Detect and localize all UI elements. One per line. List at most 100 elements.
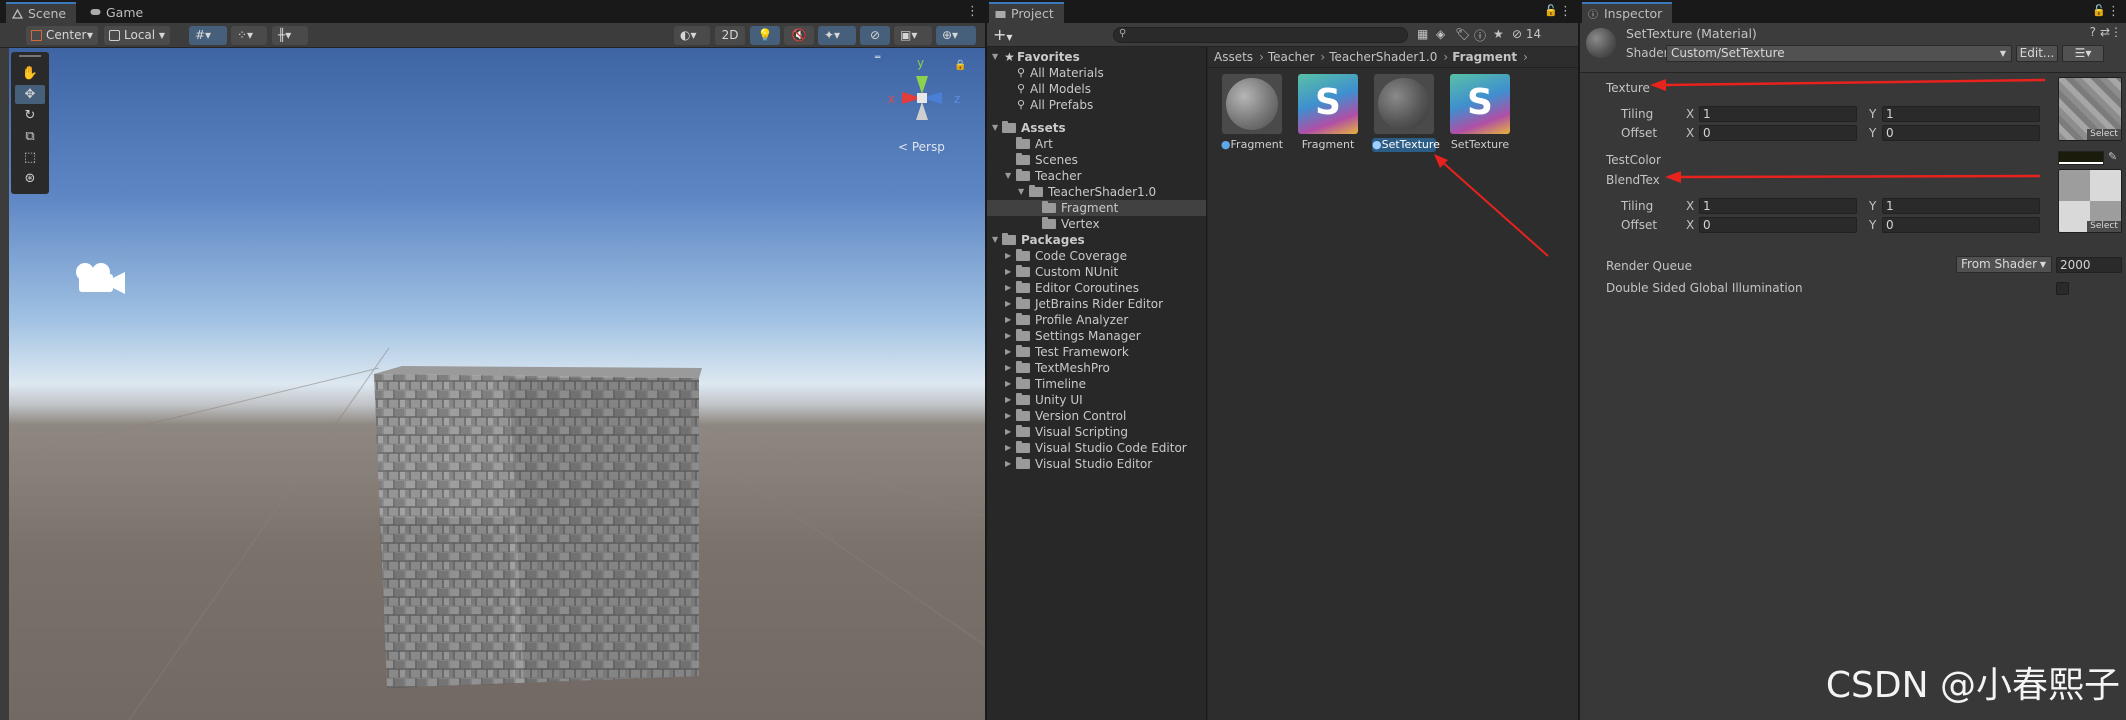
tree-item[interactable]: ▶ Visual Studio Code Editor	[987, 440, 1206, 456]
texture-offset-y-field[interactable]: 0	[1882, 125, 2040, 141]
tools-drag-handle[interactable]	[19, 55, 41, 57]
expand-arrow-icon[interactable]: ▶	[1005, 456, 1015, 472]
expand-arrow-icon[interactable]: ▶	[1005, 248, 1015, 264]
gizmos-button[interactable]: ⊕▾	[936, 26, 976, 45]
tree-item[interactable]: ▼ TeacherShader1.0	[987, 184, 1206, 200]
tree-item[interactable]: ▼ Teacher	[987, 168, 1206, 184]
asset-item-selected[interactable]: ●SetTexture	[1372, 74, 1440, 152]
rotate-tool-icon[interactable]: ↻	[15, 106, 45, 125]
create-asset-button[interactable]: +▼	[993, 25, 1013, 44]
breadcrumb-item-current[interactable]: Fragment	[1452, 50, 1517, 64]
expand-arrow-icon[interactable]: ▶	[1005, 296, 1015, 312]
audio-toggle[interactable]: 🔇	[784, 26, 814, 45]
space-dropdown[interactable]: Local ▼	[104, 26, 170, 45]
blend-offset-y-field[interactable]: 0	[1882, 217, 2040, 233]
tab-scene[interactable]: Scene	[6, 2, 77, 23]
expand-arrow-icon[interactable]: ▶	[1005, 376, 1015, 392]
testcolor-swatch[interactable]	[2058, 151, 2104, 165]
expand-arrow-icon[interactable]: ▶	[1005, 392, 1015, 408]
expand-arrow-icon[interactable]: ▼	[992, 49, 1002, 65]
draw-mode-button[interactable]: ◐▾	[674, 26, 710, 45]
tree-item[interactable]: ▶ Version Control	[987, 408, 1206, 424]
tree-packages[interactable]: ▼ Packages	[987, 232, 1206, 248]
dsgi-checkbox[interactable]	[2056, 282, 2069, 295]
tree-assets[interactable]: ▼ Assets	[987, 120, 1206, 136]
breadcrumb-item[interactable]: Teacher	[1268, 50, 1315, 64]
scene-viewport[interactable]: y x z 🔒 ═ < Persp	[9, 48, 985, 720]
tree-item[interactable]: ▶ TextMeshPro	[987, 360, 1206, 376]
asset-item[interactable]: S SetTexture	[1448, 74, 1512, 152]
expand-arrow-icon[interactable]: ▶	[1005, 328, 1015, 344]
hand-tool-icon[interactable]: ✋	[15, 64, 45, 83]
expand-arrow-icon[interactable]: ▶	[1005, 440, 1015, 456]
pivot-dropdown[interactable]: Center ▼	[26, 26, 98, 45]
blend-offset-x-field[interactable]: 0	[1699, 217, 1857, 233]
tree-item[interactable]: ⚲ All Models	[987, 81, 1206, 97]
tree-item[interactable]: ▶ Editor Coroutines	[987, 280, 1206, 296]
align-button[interactable]: ╫▾	[272, 26, 308, 45]
favorite-star-icon[interactable]: ★	[1493, 27, 1504, 41]
expand-arrow-icon[interactable]: ▶	[1005, 344, 1015, 360]
effects-toggle[interactable]: ✦▾	[818, 26, 856, 45]
tree-favorites[interactable]: ▼ ★ Favorites	[987, 49, 1206, 65]
tab-game[interactable]: Game	[84, 2, 153, 23]
material-options-button[interactable]: ☰▾	[2062, 45, 2104, 62]
project-kebab-menu-icon[interactable]: ⋮	[1559, 4, 1572, 19]
tree-item[interactable]: Scenes	[987, 152, 1206, 168]
shader-dropdown[interactable]: Custom/SetTexture ▼	[1666, 45, 2012, 62]
grid-snapping-button[interactable]: #▾	[189, 26, 227, 45]
texture-tiling-x-field[interactable]: 1	[1699, 106, 1857, 122]
lighting-toggle[interactable]: 💡	[750, 26, 780, 45]
persp-label[interactable]: < Persp	[898, 140, 945, 154]
camera-settings-button[interactable]: ▣▾	[894, 26, 932, 45]
tree-item[interactable]: ▶ Visual Studio Editor	[987, 456, 1206, 472]
import-log-icon[interactable]: ⓘ	[1474, 27, 1486, 44]
expand-arrow-icon[interactable]: ▼	[992, 120, 1002, 136]
tree-item[interactable]: ▶ JetBrains Rider Editor	[987, 296, 1206, 312]
expand-arrow-icon[interactable]: ▼	[1018, 184, 1028, 200]
expand-arrow-icon[interactable]: ▶	[1005, 280, 1015, 296]
scene-kebab-menu-icon[interactable]: ⋮	[966, 4, 979, 19]
render-queue-dropdown[interactable]: From Shader ▼	[1956, 256, 2052, 273]
search-by-scene-icon[interactable]: ▦	[1417, 27, 1428, 41]
texture-tiling-y-field[interactable]: 1	[1882, 106, 2040, 122]
tree-item[interactable]: ▶ Timeline	[987, 376, 1206, 392]
asset-item[interactable]: ●Fragment	[1220, 74, 1284, 152]
render-queue-field[interactable]: 2000	[2056, 257, 2122, 273]
lock-icon[interactable]: 🔓	[1544, 4, 1558, 17]
gizmo-drag-handle-icon[interactable]: ═	[875, 53, 880, 63]
tree-item[interactable]: ▶ Settings Manager	[987, 328, 1206, 344]
blend-tiling-x-field[interactable]: 1	[1699, 198, 1857, 214]
rect-tool-icon[interactable]: ⬚	[15, 148, 45, 167]
lock-icon[interactable]: 🔓	[2092, 4, 2106, 17]
edit-shader-button[interactable]: Edit...	[2016, 45, 2058, 62]
search-by-label-icon[interactable]: 🏷	[1455, 27, 1470, 41]
expand-arrow-icon[interactable]: ▶	[1005, 424, 1015, 440]
expand-arrow-icon[interactable]: ▼	[1005, 168, 1015, 184]
textured-cube[interactable]	[9, 48, 985, 720]
expand-arrow-icon[interactable]: ▼	[992, 232, 1002, 248]
tree-item[interactable]: ⚲ All Materials	[987, 65, 1206, 81]
gizmo-lock-icon[interactable]: 🔒	[954, 60, 966, 71]
tree-item-selected[interactable]: Fragment	[987, 200, 1206, 216]
tree-item[interactable]: ▶ Profile Analyzer	[987, 312, 1206, 328]
tree-item[interactable]: Art	[987, 136, 1206, 152]
texture-slot[interactable]: Select	[2058, 77, 2122, 141]
eyedropper-icon[interactable]: ✎	[2108, 150, 2117, 163]
tree-item[interactable]: ▶ Visual Scripting	[987, 424, 1206, 440]
breadcrumb-item[interactable]: Assets	[1214, 50, 1253, 64]
tab-project[interactable]: Project	[989, 2, 1064, 23]
blendtex-slot[interactable]: Select	[2058, 169, 2122, 233]
help-icon[interactable]: ?	[2090, 25, 2096, 39]
texture-select-button[interactable]: Select	[2087, 129, 2121, 140]
blend-tiling-y-field[interactable]: 1	[1882, 198, 2040, 214]
texture-offset-x-field[interactable]: 0	[1699, 125, 1857, 141]
breadcrumb-item[interactable]: TeacherShader1.0	[1329, 50, 1437, 64]
transform-tool-icon[interactable]: ⊛	[15, 169, 45, 188]
tree-item[interactable]: ⚲ All Prefabs	[987, 97, 1206, 113]
hidden-packages-toggle[interactable]: ⊘ 14	[1512, 27, 1541, 41]
scale-tool-icon[interactable]: ⧉	[15, 127, 45, 146]
expand-arrow-icon[interactable]: ▶	[1005, 312, 1015, 328]
increment-snap-button[interactable]: ⁘▾	[231, 26, 267, 45]
move-tool-icon[interactable]: ✥	[15, 85, 45, 104]
